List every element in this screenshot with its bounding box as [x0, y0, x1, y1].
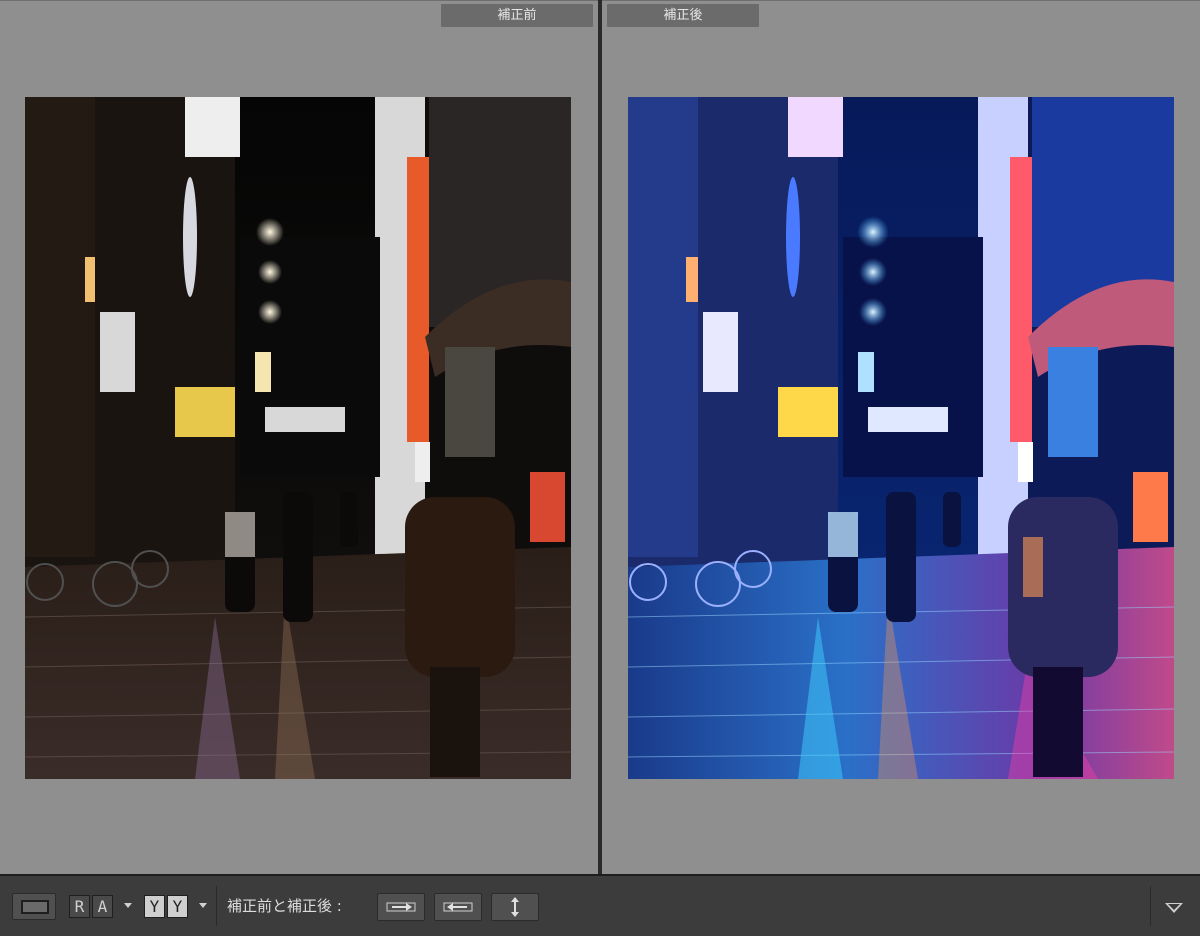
- split-left-right-button[interactable]: R A: [67, 893, 117, 920]
- swap-vertical-icon: [511, 897, 519, 917]
- copy-after-to-before-button[interactable]: [434, 893, 482, 921]
- loupe-view-button[interactable]: [12, 893, 56, 920]
- after-label: 補正後: [607, 4, 759, 27]
- triangle-down-icon[interactable]: [1165, 903, 1183, 913]
- toolbar-separator: [216, 886, 217, 926]
- after-photo[interactable]: [628, 97, 1174, 779]
- split-bottom-cell: Y: [167, 895, 188, 918]
- compare-label: 補正前と補正後 :: [227, 897, 342, 915]
- after-photo-image: [628, 97, 1174, 779]
- compare-toolbar: R A Y Y 補正前と補正後 :: [0, 874, 1200, 936]
- before-photo[interactable]: [25, 97, 571, 779]
- single-view-icon: [21, 900, 49, 914]
- toolbar-separator-right: [1150, 886, 1151, 926]
- chevron-down-icon[interactable]: [124, 903, 132, 908]
- copy-before-to-after-button[interactable]: [377, 893, 425, 921]
- after-pane[interactable]: 補正後: [602, 0, 1200, 875]
- split-right-cell: A: [92, 895, 113, 918]
- split-left-cell: R: [69, 895, 90, 918]
- chevron-down-icon[interactable]: [199, 903, 207, 908]
- split-top-cell: Y: [144, 895, 165, 918]
- split-top-bottom-button[interactable]: Y Y: [142, 893, 192, 920]
- before-pane[interactable]: 補正前: [0, 0, 598, 875]
- arrow-right-icon: [386, 902, 416, 912]
- before-label: 補正前: [441, 4, 593, 27]
- arrow-left-icon: [443, 902, 473, 912]
- before-photo-image: [25, 97, 571, 779]
- swap-before-after-button[interactable]: [491, 893, 539, 921]
